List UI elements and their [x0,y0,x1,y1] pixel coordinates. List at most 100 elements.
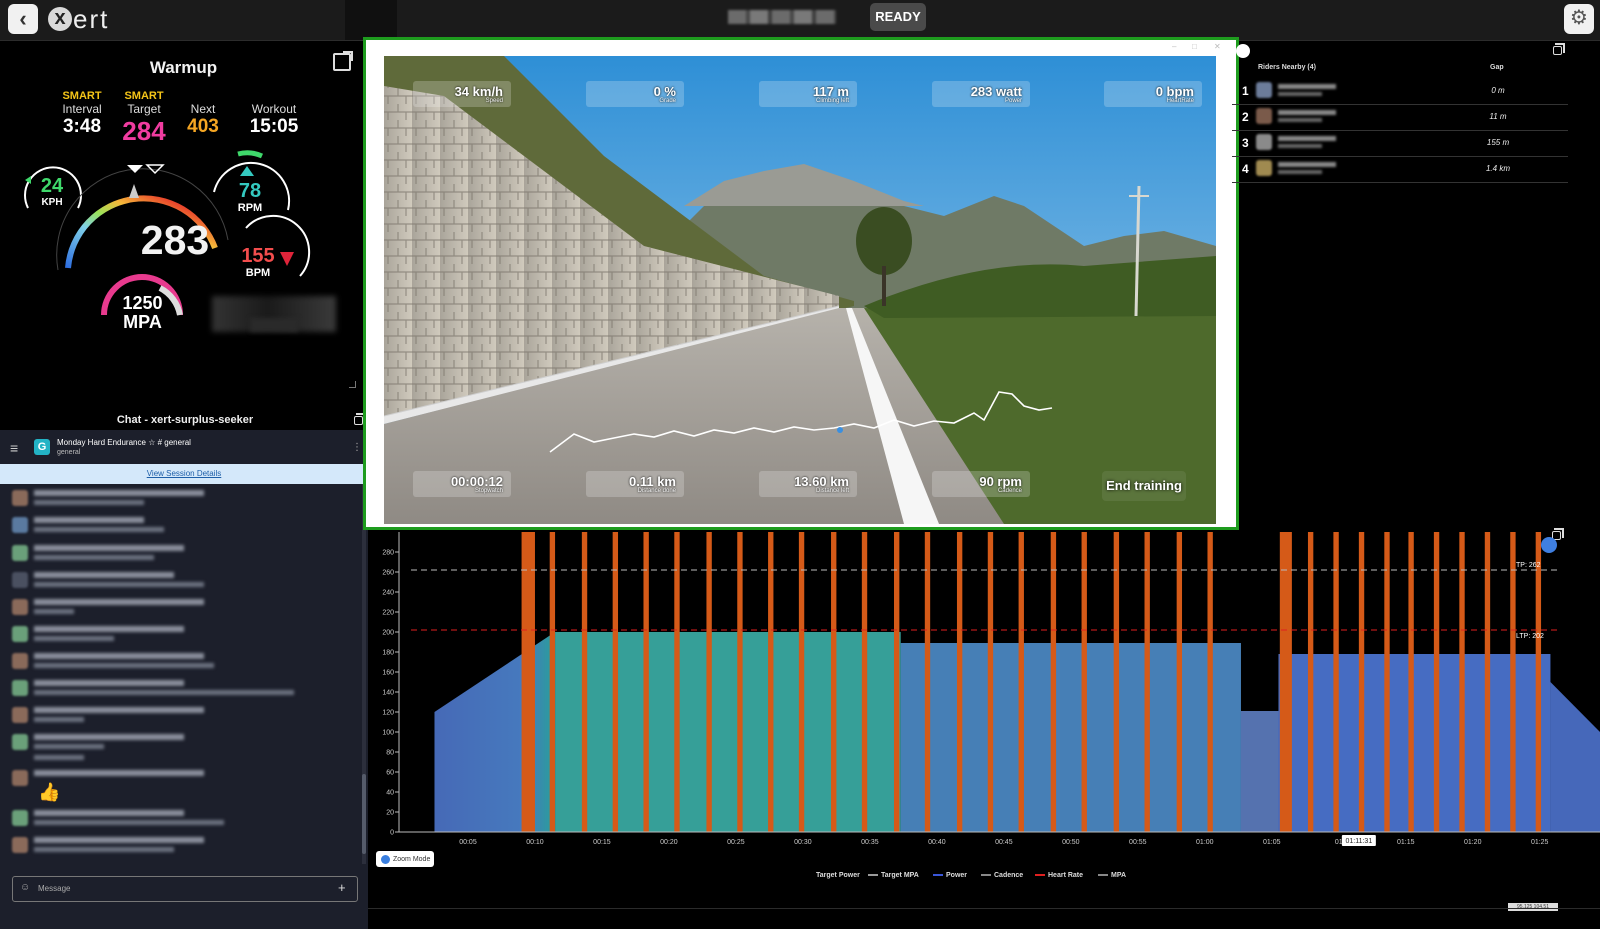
reference-label: TP: 262 [1516,562,1541,569]
next-value: 403 [187,116,219,137]
rider-row[interactable]: 4 1.4 km [1232,156,1568,183]
sprint-bar [798,532,805,832]
climbing-overlay-label: Climbing left [815,98,849,104]
y-tick-label: 200 [382,630,394,637]
xert-logo: x ert [48,4,109,34]
interval-metric: SMART Interval 3:48 [52,90,112,138]
sprint-bar [581,532,588,832]
legend-item[interactable]: Target Power [816,872,860,879]
sprint-bar [893,532,900,832]
rider-row[interactable]: 2 11 m [1232,104,1568,131]
rider-row[interactable]: 1 0 m [1232,78,1568,105]
coordinate-readout: 95.125 104.51 [1508,903,1558,911]
legend-item[interactable]: Target MPA [868,872,919,879]
x-tick-label: 00:25 [727,839,745,846]
workout-chart[interactable]: TP: 262 LTP: 202 0 20 40 60 80 100 120 140 160 180… [368,528,1600,858]
sprint-bar [1018,532,1024,832]
resize-handle-icon[interactable] [349,381,356,388]
climbing-overlay: 117 m Climbing left [759,81,857,107]
distance-left-label: Distance left [815,488,849,494]
interval-value: 3:48 [62,116,102,137]
status-badge[interactable]: READY [870,3,926,31]
chat-message [12,624,312,646]
cadence-unit: RPM [237,202,263,214]
heart-rate-overlay-value: 0 bpm [1155,84,1194,99]
message-placeholder[interactable]: Message [38,884,70,893]
chevron-left-icon: ‹ [19,6,27,31]
avatar [1256,134,1272,150]
chat-scrollbar[interactable] [362,484,366,864]
maximize-icon[interactable]: □ [1192,42,1197,51]
legend-swatch [868,874,878,877]
close-icon[interactable]: ✕ [1214,42,1221,51]
rider-rank: 1 [1242,84,1249,98]
speed-overlay-label: Speed [485,98,503,104]
logo-text: ert [73,3,110,34]
sprint-bar [987,532,994,832]
popout-icon[interactable] [354,413,366,425]
y-tick-label: 60 [386,770,394,777]
menu-icon[interactable]: ≡ [10,440,18,456]
avatar [1256,108,1272,124]
view-session-details-link[interactable]: View Session Details [0,469,368,478]
minimize-icon[interactable]: – [1172,42,1176,51]
channel-name[interactable]: Monday Hard Endurance ☆ # general [57,438,191,447]
stopwatch-overlay-label: Stopwatch [474,488,503,494]
interval-label: Interval [62,102,102,116]
sprint-bar [956,532,963,832]
rider-row[interactable]: 3 155 m [1232,130,1568,157]
chart-position-handle[interactable] [1541,537,1557,553]
chat-message [12,543,312,565]
sprint-bar [549,532,556,832]
riders-nearby-header: Riders Nearby (4) [1258,64,1316,71]
riders-toggle-icon[interactable] [1236,44,1250,58]
back-button[interactable]: ‹ [8,4,38,34]
chat-message [12,570,312,592]
sprint-bar [674,532,680,832]
chat-message [12,835,312,857]
target-power-segment [1550,682,1600,832]
legend-item[interactable]: Heart Rate [1035,872,1083,879]
end-training-button[interactable]: End training [1102,471,1186,501]
emoji-icon[interactable]: ☺ [20,882,30,893]
legend-item[interactable]: Power [933,872,967,879]
settings-button[interactable]: ⚙ [1564,4,1594,34]
sprint-bar [1535,532,1542,832]
next-metric: Next 403 [178,102,228,138]
popout-icon[interactable] [1553,43,1565,55]
divider [368,908,1600,909]
heart-rate-overlay: 0 bpm HeartRate [1104,81,1202,107]
legend-item[interactable]: Cadence [981,872,1023,879]
interval-title: Warmup [149,58,218,77]
video-scrollbar[interactable] [1216,56,1230,524]
add-attachment-icon[interactable]: + [338,880,346,895]
video-window-titlebar[interactable] [366,40,1236,56]
workout-label: Workout [251,102,297,116]
y-tick-label: 260 [382,570,394,577]
star-icon[interactable]: ☆ [148,438,155,447]
avatar [1256,82,1272,98]
sprint-bar [1459,532,1465,832]
zoom-mode-toggle[interactable]: Zoom Mode [376,851,434,867]
sprint-bar [768,532,774,832]
heart-rate-unit: BPM [245,267,271,279]
channel-title: Monday Hard Endurance [57,438,146,447]
speed-value: 24 [40,175,64,197]
x-tick-label: 00:05 [459,839,477,846]
y-tick-label: 220 [382,610,394,617]
smart-tag: SMART [124,90,164,102]
x-tick-label: 01:25 [1531,839,1549,846]
scrollbar-thumb[interactable] [362,774,366,854]
distance-left-overlay: 13.60 km Distance left [759,471,857,497]
y-tick-label: 180 [382,650,394,657]
distance-done-overlay: 0.11 km Distance done [586,471,684,497]
workout-metric: Workout 15:05 [242,102,306,138]
legend-item[interactable]: MPA [1098,872,1126,879]
legend-label: Target Power [816,872,860,879]
target-label: Target [127,102,161,116]
sprint-bar [1113,532,1120,832]
popout-icon[interactable] [333,51,353,71]
sprint-bar [1333,532,1339,832]
sprint-bar [612,532,619,832]
more-options-icon[interactable]: ⋮ [352,442,362,453]
